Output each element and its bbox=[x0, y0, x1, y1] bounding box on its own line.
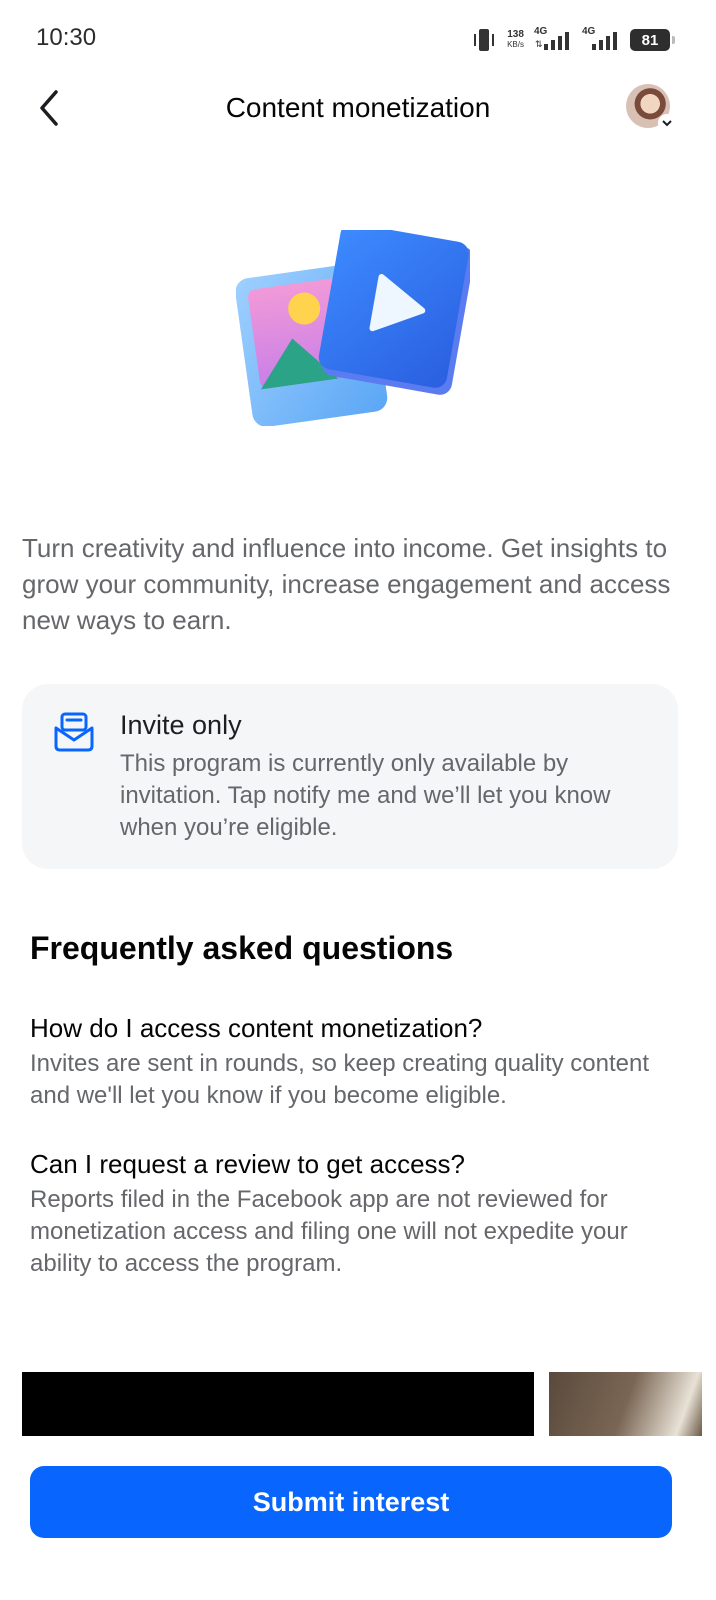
faq-answer: Invites are sent in rounds, so keep crea… bbox=[30, 1050, 650, 1109]
faq-heading: Frequently asked questions bbox=[30, 930, 454, 966]
profile-switcher[interactable] bbox=[626, 84, 676, 132]
media-preview-black bbox=[22, 1372, 534, 1436]
faq-item: How do I access content monetization? In… bbox=[30, 1012, 690, 1112]
network-speed-unit: KB/s bbox=[507, 40, 524, 49]
battery-icon: 81 bbox=[630, 29, 675, 51]
invite-only-description: This program is currently only available… bbox=[120, 750, 611, 841]
faq-question: How do I access content monetization? bbox=[30, 1013, 483, 1043]
battery-level: 81 bbox=[641, 31, 659, 49]
signal-icon-sim1: 4G ⇅ bbox=[534, 26, 572, 52]
media-preview-thumbnail bbox=[549, 1372, 702, 1436]
photo-video-illustration-icon bbox=[236, 230, 470, 426]
faq-item: Can I request a review to get access? Re… bbox=[30, 1148, 690, 1280]
data-arrows-icon: ⇅ bbox=[535, 39, 543, 49]
status-time: 10:30 bbox=[36, 24, 97, 51]
vibrate-icon bbox=[471, 29, 497, 51]
faq-question: Can I request a review to get access? bbox=[30, 1149, 466, 1179]
mail-inbox-icon bbox=[54, 712, 94, 752]
page-title: Content monetization bbox=[225, 92, 491, 123]
network-speed: 138 KB/s bbox=[507, 30, 524, 50]
network-speed-value: 138 bbox=[507, 29, 524, 40]
chevron-down-icon bbox=[658, 114, 676, 132]
invite-only-title: Invite only bbox=[120, 710, 242, 740]
submit-interest-button[interactable]: Submit interest bbox=[30, 1466, 672, 1538]
intro-description: Turn creativity and influence into incom… bbox=[22, 533, 671, 635]
signal-icon-sim2: 4G bbox=[582, 26, 620, 52]
faq-answer: Reports filed in the Facebook app are no… bbox=[30, 1186, 628, 1277]
app-header: Content monetization bbox=[0, 80, 716, 136]
invite-only-card: Invite only This program is currently on… bbox=[22, 684, 678, 869]
status-bar: 10:30 138 KB/s 4G ⇅ 4G 81 bbox=[0, 0, 716, 80]
status-icons: 138 KB/s 4G ⇅ 4G 81 bbox=[471, 26, 675, 54]
